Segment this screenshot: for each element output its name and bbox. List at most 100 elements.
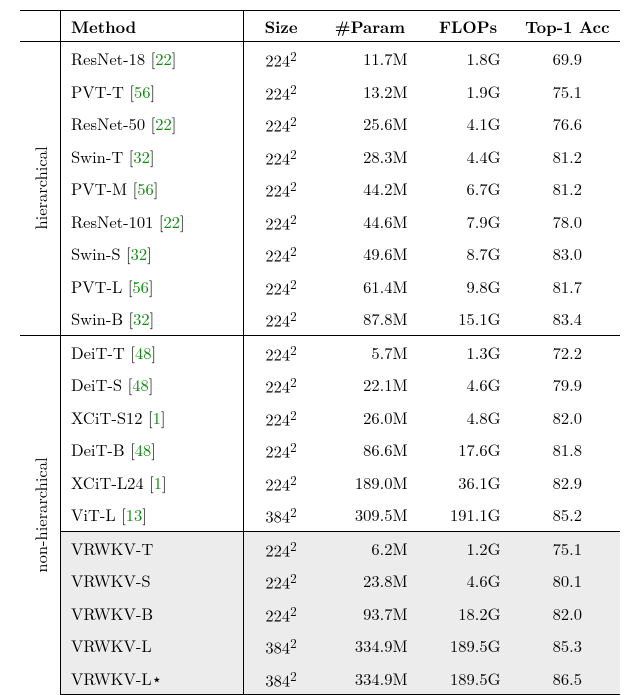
cell-acc: 83.0 <box>515 237 620 270</box>
cell-flops: 1.8G <box>422 42 515 75</box>
cell-flops: 15.1G <box>422 302 515 335</box>
method-name: ResNet-101 <box>71 209 159 233</box>
size-exp: 2 <box>290 372 297 391</box>
citation-link[interactable]: 56 <box>137 176 154 200</box>
cell-flops: 9.8G <box>422 270 515 303</box>
size-exp: 2 <box>290 601 297 620</box>
table-row: VRWKV-S 2242 23.8M 4.6G 80.1 <box>20 564 620 597</box>
cell-flops: 189.5G <box>422 662 515 695</box>
table-row: VRWKV-T 2242 6.2M 1.2G 75.1 <box>20 531 620 564</box>
cell-flops: 6.7G <box>422 172 515 205</box>
col-flops: FLOPs <box>422 11 515 42</box>
cell-flops: 17.6G <box>422 433 515 466</box>
size-exp: 2 <box>290 502 297 521</box>
method-name: Swin-S <box>71 241 126 265</box>
cell-acc: 78.0 <box>515 205 620 238</box>
citation-link[interactable]: 32 <box>133 144 150 168</box>
citation-link[interactable]: 32 <box>131 241 148 265</box>
cell-acc: 76.6 <box>515 107 620 140</box>
method-name: PVT-L <box>71 274 128 298</box>
method-name: XCiT-S12 <box>71 405 148 429</box>
citation-link[interactable]: 13 <box>126 502 143 526</box>
cell-acc: 79.9 <box>515 368 620 401</box>
cell-flops: 1.9G <box>422 75 515 108</box>
cell-flops: 36.1G <box>422 466 515 499</box>
size-exp: 2 <box>290 536 297 555</box>
size-exp: 2 <box>290 274 297 293</box>
table-row: hierarchical ResNet-18 [22] 2242 11.7M 1… <box>20 42 620 75</box>
cell-param: 28.3M <box>318 140 421 173</box>
cell-acc: 86.5 <box>515 662 620 695</box>
citation-link[interactable]: 22 <box>163 209 180 233</box>
citation-link[interactable]: 32 <box>133 306 150 330</box>
citation-link[interactable]: 48 <box>132 372 149 396</box>
cell-param: 25.6M <box>318 107 421 140</box>
size-exp: 2 <box>290 666 297 685</box>
cell-acc: 81.2 <box>515 140 620 173</box>
method-name: VRWKV-L⋆ <box>61 662 244 695</box>
cell-acc: 85.3 <box>515 629 620 662</box>
method-name: Swin-B <box>71 306 129 330</box>
method-name: XCiT-L24 <box>71 470 149 494</box>
cell-acc: 83.4 <box>515 302 620 335</box>
table-row: DeiT-S [48] 2242 22.1M 4.6G 79.9 <box>20 368 620 401</box>
table-row: ViT-L [13] 3842 309.5M 191.1G 85.2 <box>20 498 620 531</box>
cell-acc: 81.2 <box>515 172 620 205</box>
cell-param: 61.4M <box>318 270 421 303</box>
citation-link[interactable]: 22 <box>155 111 172 135</box>
size-base: 224 <box>265 178 290 202</box>
citation-link[interactable]: 48 <box>135 437 152 461</box>
table-row: VRWKV-B 2242 93.7M 18.2G 82.0 <box>20 597 620 630</box>
citation-link[interactable]: 48 <box>135 340 152 364</box>
citation-link[interactable]: 56 <box>132 274 149 298</box>
cell-acc: 81.8 <box>515 433 620 466</box>
table-row: ResNet-50 [22] 2242 25.6M 4.1G 76.6 <box>20 107 620 140</box>
method-name: PVT-M <box>71 176 133 200</box>
method-name: DeiT-T <box>71 340 130 364</box>
method-name: ResNet-50 <box>71 111 151 135</box>
size-base: 224 <box>265 406 290 430</box>
method-name: ResNet-18 <box>71 46 151 70</box>
cell-param: 309.5M <box>318 498 421 531</box>
size-base: 224 <box>265 275 290 299</box>
size-base: 224 <box>265 570 290 594</box>
method-name: VRWKV-T <box>61 531 244 564</box>
cell-acc: 85.2 <box>515 498 620 531</box>
size-base: 224 <box>265 145 290 169</box>
cell-param: 189.0M <box>318 466 421 499</box>
cell-acc: 82.0 <box>515 401 620 434</box>
method-name: VRWKV-S <box>61 564 244 597</box>
method-name: ViT-L <box>71 502 121 526</box>
citation-link[interactable]: 1 <box>153 405 161 429</box>
size-exp: 2 <box>290 79 297 98</box>
size-base: 224 <box>265 243 290 267</box>
size-base: 224 <box>265 210 290 234</box>
size-exp: 2 <box>290 633 297 652</box>
table-row: PVT-T [56] 2242 13.2M 1.9G 75.1 <box>20 75 620 108</box>
citation-link[interactable]: 22 <box>155 46 172 70</box>
group-label: non-hierarchical <box>28 457 52 572</box>
table-row: Swin-T [32] 2242 28.3M 4.4G 81.2 <box>20 140 620 173</box>
cell-acc: 81.7 <box>515 270 620 303</box>
citation-link[interactable]: 1 <box>154 470 162 494</box>
cell-acc: 72.2 <box>515 335 620 368</box>
cell-flops: 1.3G <box>422 335 515 368</box>
size-exp: 2 <box>290 405 297 424</box>
table-row: XCiT-L24 [1] 2242 189.0M 36.1G 82.9 <box>20 466 620 499</box>
size-exp: 2 <box>290 437 297 456</box>
cell-param: 6.2M <box>318 531 421 564</box>
cell-param: 44.6M <box>318 205 421 238</box>
cell-flops: 1.2G <box>422 531 515 564</box>
cell-flops: 7.9G <box>422 205 515 238</box>
table-row: VRWKV-L 3842 334.9M 189.5G 85.3 <box>20 629 620 662</box>
cell-flops: 189.5G <box>422 629 515 662</box>
cell-param: 86.6M <box>318 433 421 466</box>
cell-param: 87.8M <box>318 302 421 335</box>
citation-link[interactable]: 56 <box>134 79 151 103</box>
table-row: DeiT-B [48] 2242 86.6M 17.6G 81.8 <box>20 433 620 466</box>
cell-flops: 18.2G <box>422 597 515 630</box>
size-base: 224 <box>265 439 290 463</box>
cell-acc: 75.1 <box>515 75 620 108</box>
cell-param: 334.9M <box>318 629 421 662</box>
size-base: 224 <box>265 374 290 398</box>
